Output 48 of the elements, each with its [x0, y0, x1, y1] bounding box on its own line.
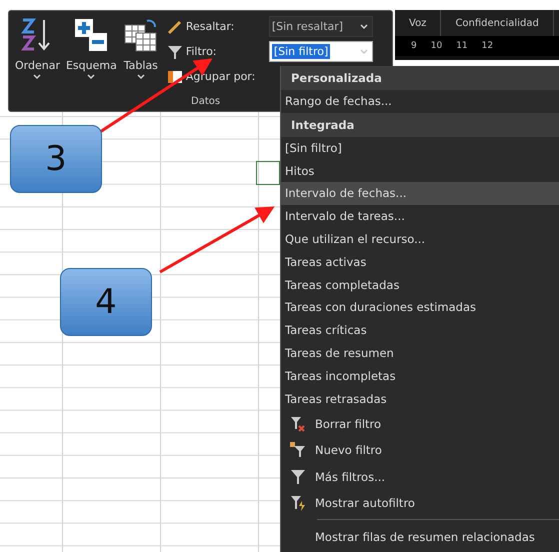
tables-icon	[122, 17, 159, 53]
menu-item[interactable]: Tareas de resumen	[281, 342, 559, 365]
menu-heading: Integrada	[281, 112, 559, 137]
new-filter-icon	[290, 442, 306, 458]
timescale-label: 11	[456, 41, 468, 51]
menu-item[interactable]: Tareas retrasadas	[281, 388, 559, 410]
menu-heading: Personalizada	[281, 66, 559, 90]
dropdown-field[interactable]: [Sin resaltar]	[268, 16, 373, 37]
chevron-down-icon	[33, 74, 42, 80]
menu-command[interactable]: Borrar filtro	[315, 414, 382, 433]
autofilter-icon	[290, 495, 306, 512]
menu-command[interactable]: Mostrar autofiltro	[315, 494, 415, 512]
menu-command[interactable]: Nuevo filtro	[315, 441, 382, 460]
menu-item[interactable]: Hitos	[281, 160, 559, 182]
field-label: Filtro:	[186, 45, 218, 58]
chevron-down-icon	[87, 74, 96, 80]
ribbon-button[interactable]: Tablas	[120, 15, 161, 91]
menu-item[interactable]: Rango de fechas...	[281, 90, 559, 113]
menu-item[interactable]: Tareas activas	[281, 250, 559, 274]
menu-item[interactable]: Tareas completadas	[281, 274, 559, 296]
ribbon-button[interactable]: Esquema	[64, 15, 119, 91]
menu-command[interactable]: Más filtros...	[315, 468, 386, 486]
plus-minus-icon	[73, 17, 110, 53]
menu-item[interactable]: Intervalo de fechas...	[281, 182, 559, 206]
menu-item[interactable]: [Sin filtro]	[281, 136, 559, 160]
menu-item[interactable]: Que utilizan el recurso...	[281, 228, 559, 251]
menu-item[interactable]: Tareas incompletas	[281, 364, 559, 388]
chevron-down-icon	[360, 48, 368, 54]
timescale-label: 10	[430, 41, 442, 51]
timescale-label: 12	[482, 41, 494, 51]
ribbon-button[interactable]: Ordenar	[13, 15, 62, 91]
highlighter-icon	[166, 18, 183, 34]
menu-item[interactable]: Tareas con duraciones estimadas	[281, 296, 559, 320]
menu-item[interactable]: Intervalo de tareas...	[281, 205, 559, 228]
selected-cell	[256, 161, 280, 185]
chevron-down-icon	[360, 24, 368, 30]
filter-icon	[166, 44, 183, 60]
field-label: Resaltar:	[186, 20, 236, 33]
filter-icon	[290, 468, 306, 485]
step-number-callout: 4	[60, 268, 152, 336]
timescale-label: 9	[411, 41, 417, 51]
chevron-down-icon	[136, 74, 145, 80]
menu-command[interactable]: Mostrar filas de resumen relacionadas	[315, 528, 535, 546]
menu-item[interactable]: Tareas críticas	[281, 319, 559, 342]
clear-filter-icon	[290, 416, 306, 432]
group-label: Datos	[191, 96, 220, 109]
step-number-callout: 3	[10, 125, 102, 193]
dropdown-field[interactable]: [Sin filtro]	[268, 41, 373, 62]
